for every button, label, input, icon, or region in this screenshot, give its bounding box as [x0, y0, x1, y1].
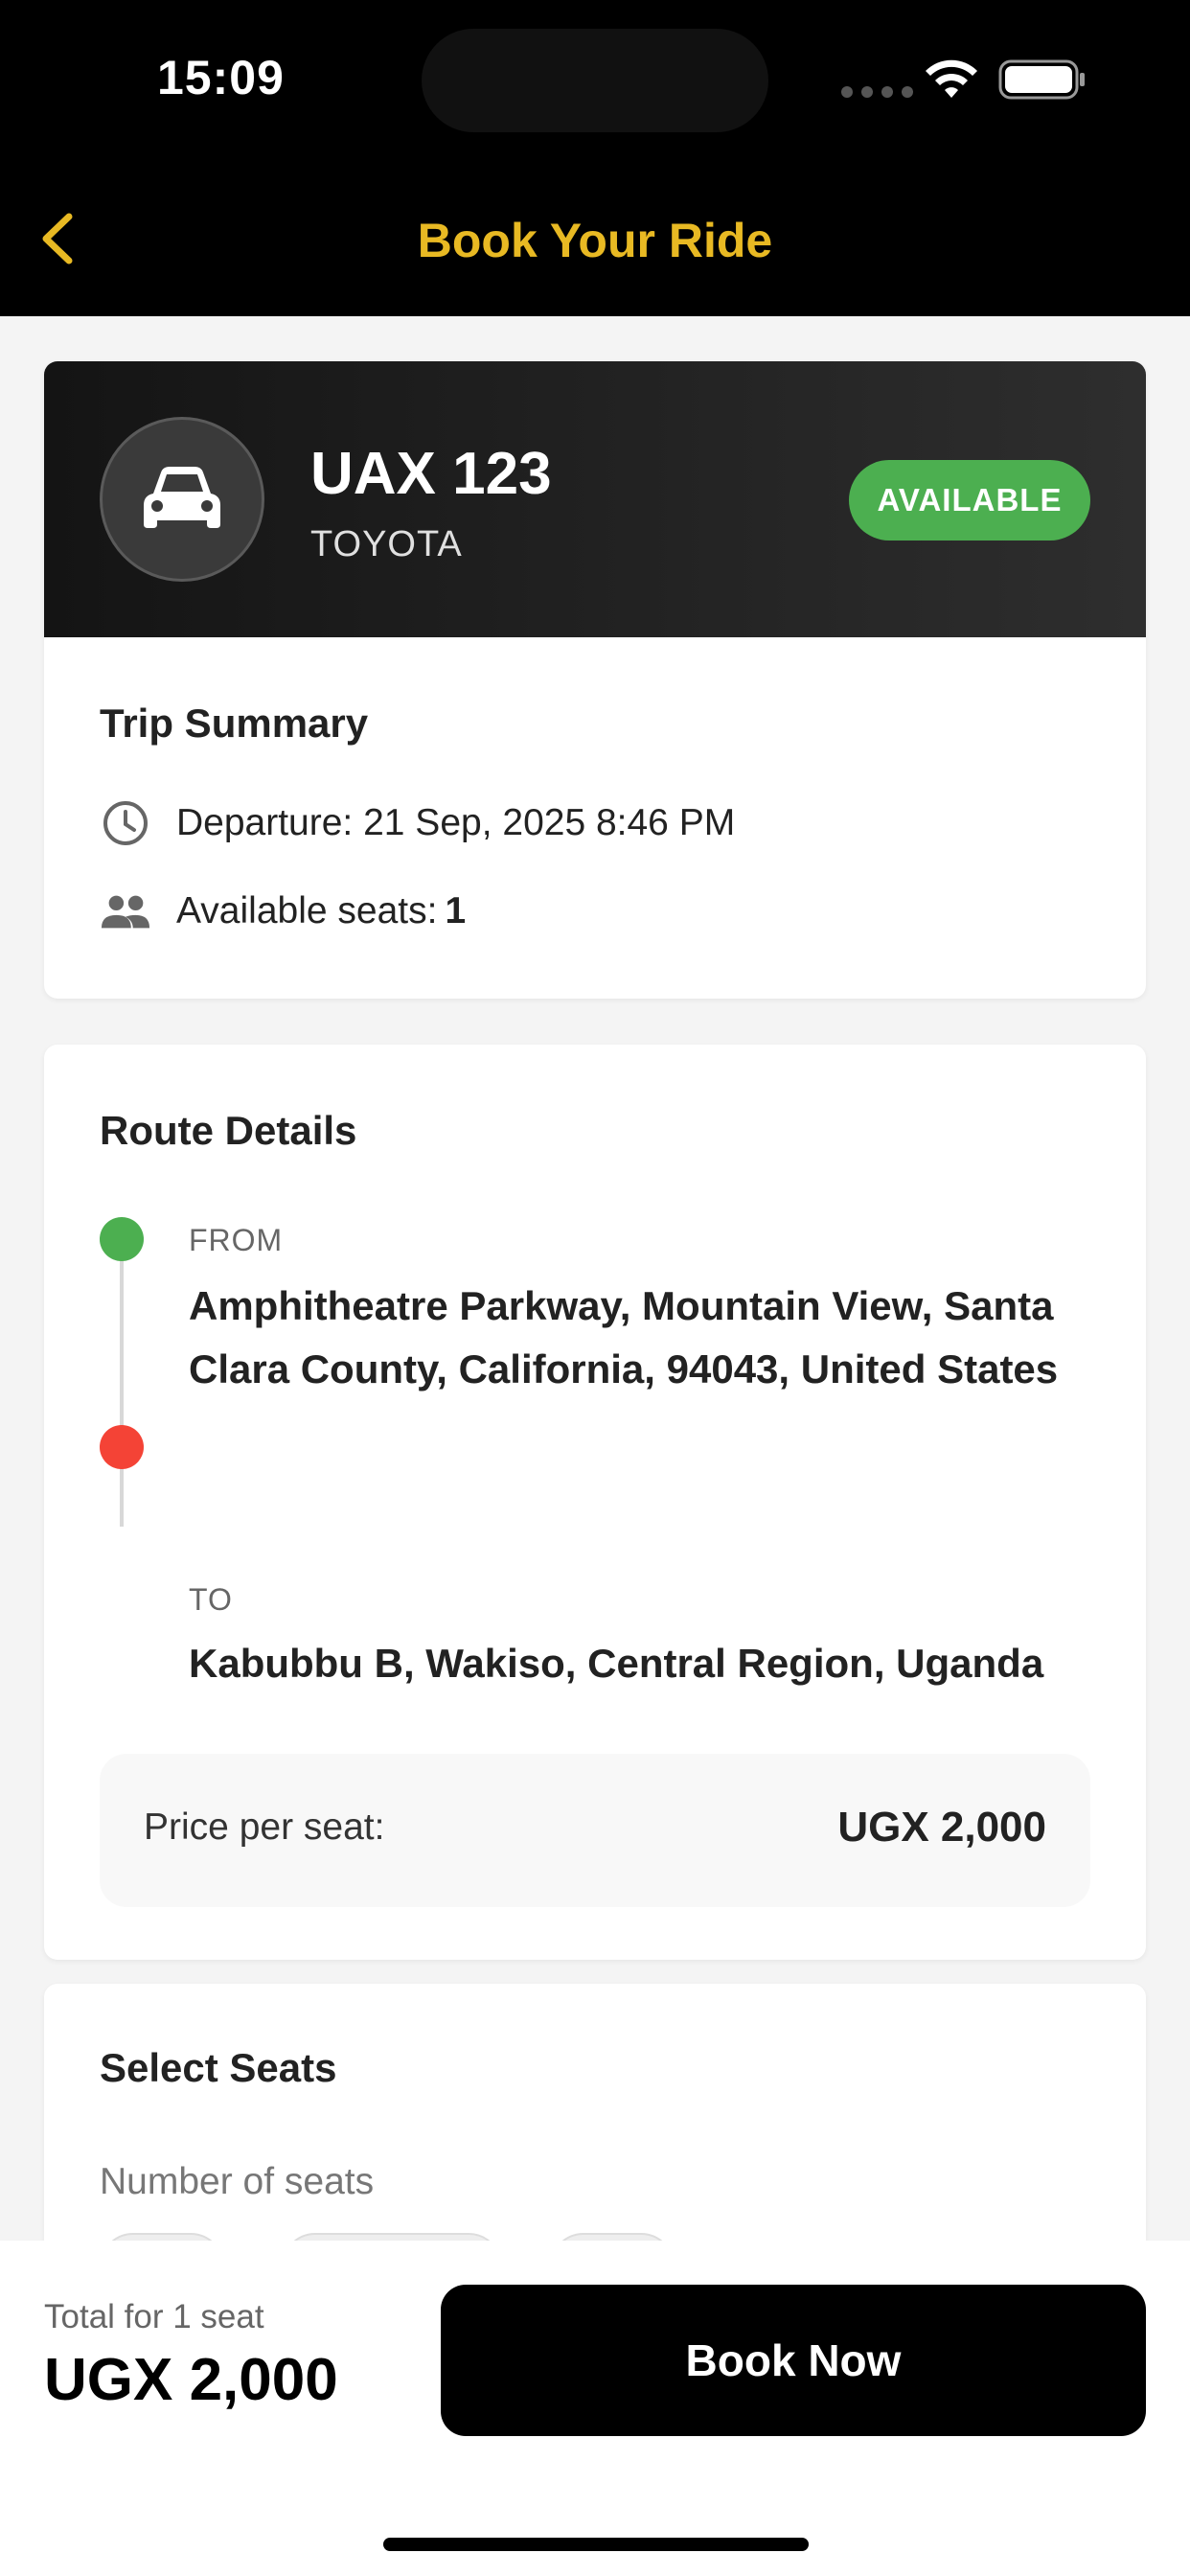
origin-marker [100, 1217, 144, 1261]
route-card: Route Details FROM Amphitheatre Parkway,… [44, 1045, 1146, 1960]
destination-marker [100, 1425, 144, 1469]
people-icon [100, 886, 151, 937]
page-title: Book Your Ride [417, 214, 773, 267]
screen: 15:09 Book Your Ride UAX 123 TOYOTA AVAI… [0, 0, 1190, 2576]
home-indicator[interactable] [383, 2538, 809, 2551]
total-value: UGX 2,000 [44, 2347, 338, 2413]
available-seats-label: Available seats: [176, 890, 438, 932]
cellular-signal-icon [841, 86, 913, 98]
route-details-title: Route Details [100, 1108, 357, 1153]
to-label: TO [189, 1582, 233, 1617]
from-label: FROM [189, 1223, 284, 1257]
price-box: Price per seat: UGX 2,000 [100, 1754, 1090, 1907]
car-avatar [100, 417, 264, 582]
status-badge: AVAILABLE [849, 460, 1090, 540]
vehicle-card: UAX 123 TOYOTA AVAILABLE Trip Summary De… [44, 361, 1146, 999]
select-seats-title: Select Seats [100, 2045, 337, 2090]
dynamic-island [422, 29, 768, 132]
price-per-seat-value: UGX 2,000 [837, 1804, 1046, 1851]
book-now-button[interactable]: Book Now [441, 2285, 1146, 2436]
available-seats-row: Available seats: 1 [100, 886, 466, 937]
number-of-seats-label: Number of seats [100, 2161, 375, 2202]
status-time: 15:09 [157, 51, 285, 104]
vehicle-make: TOYOTA [310, 524, 463, 564]
route-connector [120, 1243, 124, 1527]
clock-icon [100, 797, 151, 849]
trip-summary-title: Trip Summary [100, 701, 369, 746]
top-bar: 15:09 Book Your Ride [0, 0, 1190, 316]
to-address: Kabubbu B, Wakiso, Central Region, Ugand… [189, 1641, 1044, 1686]
booking-bar: Total for 1 seat UGX 2,000 Book Now [0, 2241, 1190, 2576]
total-label: Total for 1 seat [44, 2298, 264, 2335]
wifi-icon [926, 59, 977, 98]
from-address: Amphitheatre Parkway, Mountain View, San… [189, 1283, 1059, 1392]
car-icon [144, 467, 220, 528]
vehicle-banner: UAX 123 TOYOTA AVAILABLE [44, 361, 1146, 637]
price-per-seat-label: Price per seat: [144, 1806, 385, 1848]
battery-icon [998, 59, 1085, 100]
departure-text: Departure: 21 Sep, 2025 8:46 PM [176, 802, 736, 843]
departure-row: Departure: 21 Sep, 2025 8:46 PM [100, 797, 735, 849]
available-seats-value: 1 [445, 890, 467, 932]
vehicle-plate: UAX 123 [310, 441, 552, 507]
